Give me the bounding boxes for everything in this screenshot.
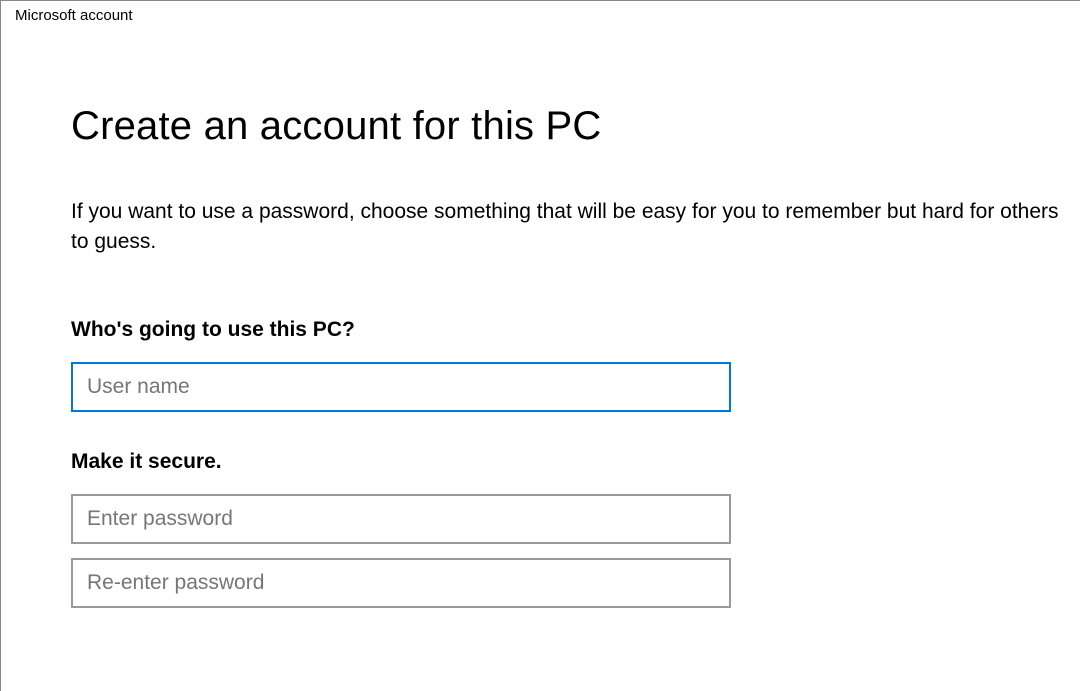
- confirm-password-input[interactable]: [71, 558, 731, 608]
- page-heading: Create an account for this PC: [71, 104, 1066, 149]
- username-input[interactable]: [71, 362, 731, 412]
- username-section-label: Who's going to use this PC?: [71, 318, 1066, 342]
- window-title: Microsoft account: [1, 1, 1080, 28]
- page-description: If you want to use a password, choose so…: [71, 197, 1066, 258]
- password-input[interactable]: [71, 494, 731, 544]
- content-area: Create an account for this PC If you wan…: [1, 28, 1080, 608]
- username-section: Who's going to use this PC?: [71, 318, 1066, 412]
- password-section: Make it secure.: [71, 450, 1066, 608]
- account-setup-window: Microsoft account Create an account for …: [0, 0, 1080, 691]
- password-section-label: Make it secure.: [71, 450, 1066, 474]
